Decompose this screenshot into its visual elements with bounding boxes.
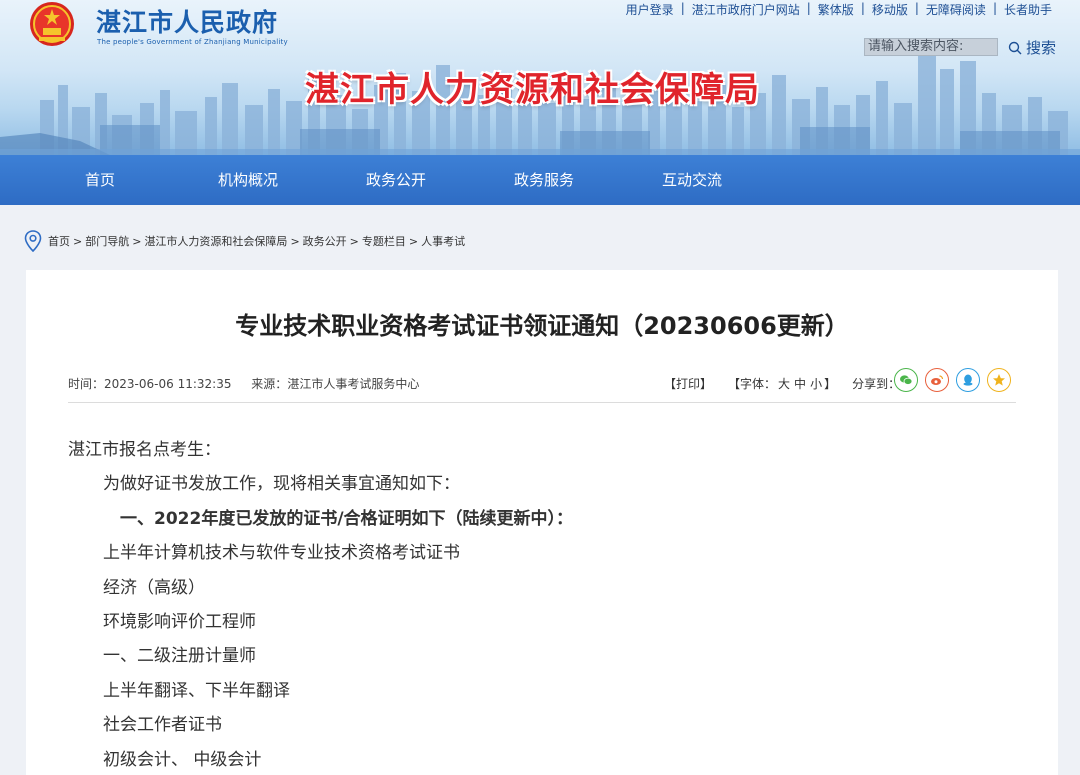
search-label: 搜索: [1026, 39, 1057, 57]
article-meta: 时间：2023-06-06 11:32:35 来源：湛江市人事考试服务中心: [68, 375, 419, 392]
nav-gov-services[interactable]: 政务服务: [492, 155, 596, 205]
font-size-close: 】: [824, 377, 837, 391]
location-pin-icon: [24, 230, 42, 252]
search-icon: [1008, 41, 1022, 54]
meta-divider: [68, 402, 1016, 403]
section-heading: 一、2022年度已发放的证书/合格证明如下（陆续更新中）：: [120, 509, 574, 529]
crumb-bureau[interactable]: 湛江市人力资源和社会保障局: [144, 233, 287, 249]
bureau-name: 湛江市人力资源和社会保障局: [305, 70, 760, 110]
accessibility-link[interactable]: 无障碍阅读: [926, 1, 986, 18]
article-panel: 专业技术职业资格考试证书领证通知（20230606更新） 时间：2023-06-…: [26, 270, 1058, 775]
portal-link[interactable]: 湛江市政府门户网站: [692, 1, 800, 18]
header-banner: 湛江市人民政府 The people's Government of Zhanj…: [0, 0, 1080, 155]
breadcrumb: 首页 > 部门导航 > 湛江市人力资源和社会保障局 > 政务公开 > 专题栏目 …: [24, 230, 465, 252]
crumb-personnel-exam[interactable]: 人事考试: [421, 233, 465, 249]
list-item: 社会工作者证书: [103, 715, 222, 735]
crumb-separator: >: [349, 234, 359, 248]
time-label: 时间：: [68, 377, 105, 391]
weibo-icon[interactable]: [925, 368, 949, 392]
search-button[interactable]: 搜索: [1008, 37, 1056, 58]
nav-gov-affairs-open[interactable]: 政务公开: [344, 155, 448, 205]
gov-name: 湛江市人民政府: [96, 8, 279, 37]
article-tools: 【打印】 【字体： 大 中 小 】 分享到：: [664, 375, 900, 392]
separator: |: [680, 1, 685, 15]
crumb-home[interactable]: 首页: [48, 233, 70, 249]
crumb-separator: >: [408, 234, 419, 248]
crumb-special-topics[interactable]: 专题栏目: [362, 233, 406, 249]
greeting: 湛江市报名点考生：: [68, 440, 221, 460]
search-input[interactable]: 请输入搜索内容:: [864, 38, 998, 56]
crumb-gov-affairs[interactable]: 政务公开: [303, 233, 347, 249]
font-size-medium[interactable]: 中: [794, 375, 806, 392]
gov-subtitle: The people's Government of Zhanjiang Mun…: [97, 38, 288, 46]
qq-icon[interactable]: [956, 368, 980, 392]
source-label: 来源：: [251, 377, 288, 391]
list-item: 上半年计算机技术与软件专业技术资格考试证书: [103, 543, 460, 563]
crumb-separator: >: [132, 234, 142, 248]
separator: |: [806, 1, 811, 15]
separator: |: [860, 1, 865, 15]
national-emblem-icon: [30, 2, 74, 46]
list-item: 初级会计、 中级会计: [103, 750, 262, 770]
main-nav: 首页 机构概况 政务公开 政务服务 互动交流: [0, 155, 1080, 205]
qzone-icon[interactable]: [987, 368, 1011, 392]
login-link[interactable]: 用户登录: [626, 1, 674, 18]
publish-time: 2023-06-06 11:32:35: [104, 377, 232, 391]
intro-paragraph: 为做好证书发放工作，现将相关事宜通知如下：: [103, 474, 460, 494]
top-links: 用户登录 | 湛江市政府门户网站 | 繁体版 | 移动版 | 无障碍阅读 | 长…: [626, 1, 1052, 18]
source-value: 湛江市人事考试服务中心: [287, 377, 420, 391]
font-size-small[interactable]: 小: [810, 375, 822, 392]
traditional-chinese-link[interactable]: 繁体版: [818, 1, 854, 18]
elderly-assistant-link[interactable]: 长者助手: [1004, 1, 1052, 18]
print-link[interactable]: 【打印】: [664, 375, 712, 392]
article-title: 专业技术职业资格考试证书领证通知（20230606更新）: [235, 312, 849, 340]
font-size-label: 【字体：: [728, 377, 777, 391]
share-icons: [894, 368, 1011, 392]
list-item: 经济（高级）: [103, 578, 205, 598]
mobile-link[interactable]: 移动版: [872, 1, 908, 18]
separator: |: [914, 1, 919, 15]
nav-interaction[interactable]: 互动交流: [640, 155, 744, 205]
list-item: 环境影响评价工程师: [103, 612, 256, 632]
nav-home[interactable]: 首页: [60, 155, 140, 205]
crumb-separator: >: [73, 234, 83, 248]
share-label: 分享到：: [852, 377, 901, 391]
wechat-icon[interactable]: [894, 368, 918, 392]
list-item: 一、二级注册计量师: [103, 646, 256, 666]
crumb-departments[interactable]: 部门导航: [85, 233, 129, 249]
nav-organization[interactable]: 机构概况: [196, 155, 300, 205]
font-size-large[interactable]: 大: [778, 375, 790, 392]
list-item: 上半年翻译、下半年翻译: [103, 681, 290, 701]
crumb-separator: >: [290, 234, 300, 248]
separator: |: [992, 1, 997, 15]
